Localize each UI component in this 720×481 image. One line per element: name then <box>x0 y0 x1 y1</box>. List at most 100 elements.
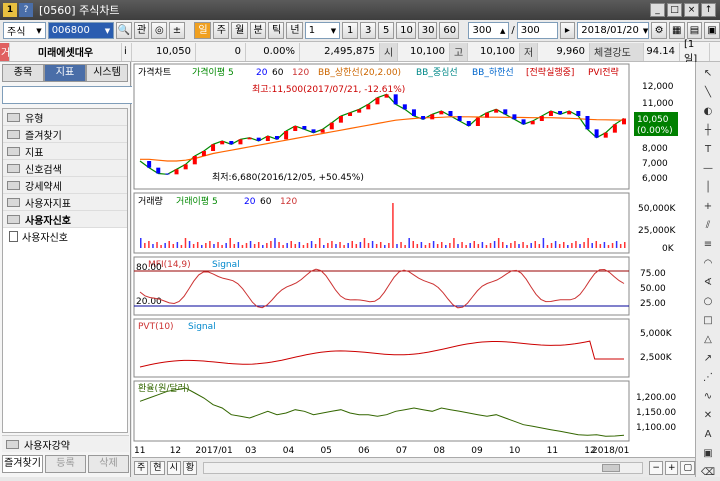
candle[interactable] <box>585 116 590 130</box>
period-week-button[interactable]: 주 <box>212 22 230 39</box>
candle[interactable] <box>430 114 435 120</box>
tree-item-favorites[interactable]: 즐겨찾기 <box>3 126 127 143</box>
candle[interactable] <box>393 94 398 105</box>
interval-10-button[interactable]: 10 <box>396 22 416 39</box>
period-year-button[interactable]: 년 <box>286 22 303 39</box>
candle[interactable] <box>265 136 270 141</box>
market-select[interactable]: 주식 ▼ <box>3 22 46 39</box>
candle[interactable] <box>548 111 553 116</box>
candle[interactable] <box>512 114 517 120</box>
settings-icon[interactable]: ⚙ <box>651 22 667 39</box>
candle[interactable] <box>457 116 462 121</box>
circle-icon[interactable]: ○ <box>699 294 717 310</box>
fan-icon[interactable]: ∢ <box>699 275 717 291</box>
tree-item-user-signal-doc[interactable]: 사용자신호 <box>3 228 127 245</box>
chart-area[interactable]: 가격차트 가격이평 5 20 60 120 BB_상한선(20,2.00) BB… <box>132 62 695 457</box>
candle[interactable] <box>293 126 298 131</box>
candle[interactable] <box>156 167 161 174</box>
tab-stock[interactable]: 종목 <box>2 64 44 82</box>
eraser-icon[interactable]: ⌫ <box>699 465 717 481</box>
date-select[interactable]: 2018/01/20 ▼ <box>577 22 650 39</box>
related-button[interactable]: 관 <box>133 22 150 39</box>
candle[interactable] <box>466 121 471 126</box>
channel-icon[interactable]: ⫽ <box>699 218 717 234</box>
tree-item-type[interactable]: 유형 <box>3 109 127 126</box>
maximize-button[interactable]: □ <box>667 3 682 17</box>
candle[interactable] <box>530 121 535 125</box>
candle[interactable] <box>247 137 252 140</box>
tree-item-user-signal[interactable]: 사용자신호 <box>3 211 127 228</box>
pin-button[interactable]: ↑ <box>701 3 716 17</box>
horizontal-line-icon[interactable]: — <box>699 161 717 177</box>
spin-icon[interactable]: ± <box>169 22 185 39</box>
tree-item-user-indicator[interactable]: 사용자지표 <box>3 194 127 211</box>
candle[interactable] <box>594 129 599 138</box>
count-input[interactable]: 300 ▲ <box>468 22 510 39</box>
status-main-button[interactable]: 주 <box>134 460 149 475</box>
candle[interactable] <box>348 112 353 116</box>
close-button[interactable]: × <box>684 3 699 17</box>
cursor-icon[interactable]: ↖ <box>699 66 717 82</box>
interval-select[interactable]: 1 ▼ <box>304 22 341 39</box>
stock-code-input[interactable]: 006800 ▼ <box>47 22 115 39</box>
zoom-reset-button[interactable]: ▢ <box>680 460 695 475</box>
candle[interactable] <box>192 156 197 165</box>
interval-60-button[interactable]: 60 <box>439 22 459 39</box>
fibonacci-icon[interactable]: ≡ <box>699 237 717 253</box>
period-month-button[interactable]: 월 <box>231 22 248 39</box>
interval-3-button[interactable]: 3 <box>360 22 377 39</box>
candle[interactable] <box>384 94 389 98</box>
period-tick-button[interactable]: 틱 <box>267 22 285 39</box>
candle[interactable] <box>622 118 626 125</box>
color-icon[interactable]: ◐ <box>699 104 717 120</box>
candle[interactable] <box>375 97 380 105</box>
candle[interactable] <box>603 132 608 138</box>
interval-30-button[interactable]: 30 <box>417 22 438 39</box>
arrow-icon[interactable]: ↗ <box>699 351 717 367</box>
scrollbar-thumb[interactable] <box>602 463 621 472</box>
text-icon[interactable]: T <box>699 142 717 158</box>
target-icon[interactable]: ◎ <box>151 22 168 39</box>
tab-indicator[interactable]: 지표 <box>44 64 86 82</box>
interval-5-button[interactable]: 5 <box>378 22 395 39</box>
help-icon[interactable]: ? <box>19 3 33 17</box>
cycle-icon[interactable]: ∿ <box>699 389 717 405</box>
count-total-input[interactable]: 300 <box>516 22 558 39</box>
candle[interactable] <box>475 117 480 126</box>
zoom-in-button[interactable]: + <box>664 460 679 475</box>
favorites-button[interactable]: 즐겨찾기 <box>2 455 43 473</box>
candle[interactable] <box>576 111 581 116</box>
candle[interactable] <box>503 109 508 115</box>
candle[interactable] <box>539 116 544 121</box>
candle[interactable] <box>439 111 444 115</box>
candle[interactable] <box>612 124 617 133</box>
candle[interactable] <box>165 173 170 175</box>
candle[interactable] <box>521 119 526 125</box>
candle[interactable] <box>320 129 325 133</box>
tree-item-signal-search[interactable]: 신호검색 <box>3 160 127 177</box>
register-button[interactable]: 등록 <box>45 455 86 473</box>
zoom-out-button[interactable]: − <box>649 460 663 475</box>
ruler-icon[interactable]: ┼ <box>699 123 717 139</box>
candle[interactable] <box>338 116 343 123</box>
tab-system[interactable]: 시스템 <box>86 64 128 82</box>
info-icon[interactable]: i <box>122 42 132 61</box>
candle[interactable] <box>448 111 453 116</box>
candle[interactable] <box>567 111 572 115</box>
rectangle-icon[interactable]: □ <box>699 313 717 329</box>
print-icon[interactable]: ▤ <box>686 22 703 39</box>
candle[interactable] <box>302 126 307 130</box>
candle[interactable] <box>284 131 289 140</box>
candle[interactable] <box>411 109 416 116</box>
candle[interactable] <box>211 144 216 151</box>
candle[interactable] <box>366 104 371 110</box>
candle[interactable] <box>274 136 279 140</box>
horizontal-scrollbar[interactable] <box>203 461 644 474</box>
chart-svg[interactable]: 가격차트 가격이평 5 20 60 120 BB_상한선(20,2.00) BB… <box>132 62 695 457</box>
cross-line-icon[interactable]: + <box>699 199 717 215</box>
vertical-line-icon[interactable]: │ <box>699 180 717 196</box>
grid-icon[interactable]: ▦ <box>668 22 685 39</box>
candle[interactable] <box>147 161 152 168</box>
tree-item-user-strength[interactable]: 사용자강약 <box>2 435 129 452</box>
tree-item-strength[interactable]: 강세약세 <box>3 177 127 194</box>
